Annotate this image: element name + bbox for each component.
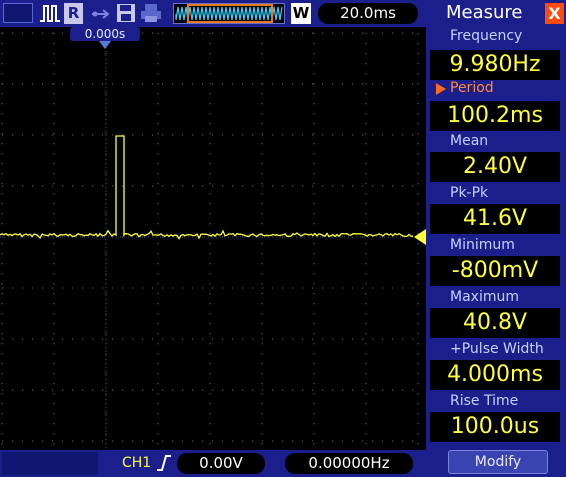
- measure-value-period[interactable]: 100.2ms: [430, 101, 560, 131]
- waveform-display[interactable]: 0.000s: [0, 27, 426, 450]
- measure-label-pulse-width: +Pulse Width: [450, 341, 544, 357]
- measure-value-maximum[interactable]: 40.8V: [430, 308, 560, 338]
- measure-label-period-text: Period: [450, 80, 494, 96]
- trigger-level-marker[interactable]: [414, 229, 426, 245]
- trigger-level-readout[interactable]: 0.00V: [177, 453, 265, 474]
- close-button[interactable]: X: [545, 3, 564, 24]
- pulse-trigger-icon[interactable]: [39, 3, 61, 24]
- waveform-position-preview: [173, 3, 285, 24]
- measure-value-rise-time[interactable]: 100.0us: [430, 412, 560, 442]
- top-status-bar: R W 20.0ms: [0, 0, 426, 27]
- trigger-frequency-readout: 0.00000Hz: [285, 453, 413, 474]
- trigger-position-marker[interactable]: [99, 41, 111, 49]
- print-icon[interactable]: [140, 3, 162, 23]
- measure-label-frequency: Frequency: [450, 28, 523, 44]
- graticule: [0, 27, 419, 450]
- window-mode-badge[interactable]: W: [291, 3, 311, 24]
- measure-panel-header: Measure X: [426, 0, 566, 27]
- measure-panel: Measure X Frequency 9.980Hz Period 100.2…: [426, 0, 566, 477]
- measure-value-pk-pk[interactable]: 41.6V: [430, 204, 560, 234]
- run-state-badge[interactable]: R: [64, 3, 83, 24]
- measure-label-minimum: Minimum: [450, 237, 515, 253]
- modify-button[interactable]: Modify: [448, 450, 548, 474]
- status-slot: [2, 452, 98, 475]
- rising-edge-icon[interactable]: [156, 454, 172, 472]
- measure-value-minimum[interactable]: -800mV: [430, 256, 560, 286]
- timebase-readout[interactable]: 20.0ms: [318, 3, 418, 24]
- usb-icon: [92, 9, 110, 19]
- ch1-trace: [0, 135, 414, 240]
- measure-label-pk-pk: Pk-Pk: [450, 185, 489, 201]
- viewport-window: [187, 4, 273, 23]
- bottom-status-bar: CH1 0.00V 0.00000Hz: [0, 450, 426, 477]
- measure-label-maximum: Maximum: [450, 289, 519, 305]
- measure-label-mean: Mean: [450, 133, 489, 149]
- selected-arrow-icon: [436, 83, 446, 95]
- channel-label[interactable]: CH1: [122, 455, 151, 471]
- measure-label-rise-time: Rise Time: [450, 393, 519, 409]
- grid-dots: [1, 32, 419, 445]
- measure-value-pulse-width[interactable]: 4.000ms: [430, 360, 560, 390]
- trigger-position-label: 0.000s: [70, 27, 140, 41]
- status-slot: [3, 3, 33, 23]
- panel-title: Measure: [446, 2, 523, 23]
- measure-value-mean[interactable]: 2.40V: [430, 152, 560, 182]
- measure-value-frequency[interactable]: 9.980Hz: [430, 50, 560, 80]
- measure-label-period: Period: [430, 79, 558, 98]
- save-icon[interactable]: [116, 3, 136, 23]
